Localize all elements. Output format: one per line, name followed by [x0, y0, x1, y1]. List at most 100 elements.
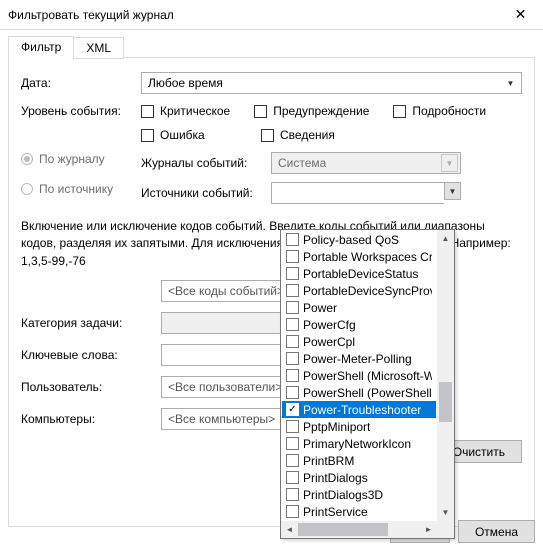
check-critical[interactable]: Критическое — [141, 104, 230, 118]
source-list-item-label: Policy-based QoS — [303, 233, 399, 247]
source-list-item[interactable]: PrimaryNetworkIcon — [282, 435, 436, 452]
user-label: Пользователь: — [21, 380, 161, 394]
checkbox-icon — [286, 386, 299, 399]
source-list-item-label: PowerShell (Microsoft-Wind — [303, 369, 432, 383]
source-list-item-label: PowerCfg — [303, 318, 356, 332]
checkbox-icon — [286, 335, 299, 348]
tab-filter[interactable]: Фильтр — [8, 36, 74, 58]
checkbox-icon — [286, 301, 299, 314]
checkbox-icon — [286, 352, 299, 365]
checkbox-icon — [286, 318, 299, 331]
source-list-item[interactable]: PptpMiniport — [282, 418, 436, 435]
checkbox-icon — [261, 129, 274, 142]
event-sources-dropdown[interactable]: ▼ — [271, 182, 461, 204]
checkbox-icon — [286, 437, 299, 450]
radio-icon — [21, 153, 33, 165]
source-list-item[interactable]: PrintService — [282, 503, 436, 520]
source-list-item-label: Power-Meter-Polling — [303, 352, 412, 366]
date-dropdown[interactable]: Любое время ▼ — [141, 72, 522, 94]
check-error-label: Ошибка — [160, 128, 205, 142]
checkbox-icon — [286, 284, 299, 297]
check-verbose-label: Подробности — [412, 104, 486, 118]
source-list-item[interactable]: PortableDeviceStatus — [282, 265, 436, 282]
event-logs-dropdown: Система ▼ — [271, 152, 461, 174]
source-list-item-label: PowerShell (PowerShell) — [303, 386, 432, 400]
source-list-item[interactable]: PrintBRM — [282, 452, 436, 469]
source-list-item-label: PptpMiniport — [303, 420, 370, 434]
event-logs-value: Система — [278, 156, 441, 170]
vertical-scrollbar[interactable]: ▲ ▼ — [437, 230, 454, 521]
tab-strip: Фильтр XML — [8, 36, 543, 58]
tab-xml[interactable]: XML — [73, 37, 124, 59]
check-verbose[interactable]: Подробности — [393, 104, 486, 118]
filter-panel: Дата: Любое время ▼ Уровень события: Кри… — [8, 57, 535, 527]
scroll-left-icon[interactable]: ◄ — [281, 521, 298, 538]
source-list-item[interactable]: PowerShell (Microsoft-Wind — [282, 367, 436, 384]
radio-icon — [21, 183, 33, 195]
checkbox-icon — [286, 488, 299, 501]
scroll-thumb[interactable] — [439, 382, 452, 422]
source-list-item[interactable]: Portable Workspaces Creator — [282, 248, 436, 265]
source-list-item-label: PowerCpl — [303, 335, 355, 349]
event-logs-label: Журналы событий: — [141, 156, 271, 170]
chevron-down-icon: ▼ — [441, 154, 458, 172]
checkbox-icon — [141, 129, 154, 142]
title-bar: Фильтровать текущий журнал ✕ — [0, 0, 543, 30]
keywords-label: Ключевые слова: — [21, 348, 161, 362]
close-icon: ✕ — [515, 6, 527, 23]
source-list-item[interactable]: Power-Meter-Polling — [282, 350, 436, 367]
task-category-label: Категория задачи: — [21, 316, 161, 330]
source-list-item-label: PrintBRM — [303, 454, 354, 468]
checkbox-icon — [286, 471, 299, 484]
checkbox-icon — [286, 454, 299, 467]
check-error[interactable]: Ошибка — [141, 128, 237, 142]
scroll-down-icon[interactable]: ▼ — [437, 504, 454, 521]
radio-by-log-label: По журналу — [39, 152, 105, 166]
radio-by-source: По источнику — [21, 182, 141, 196]
check-warning-label: Предупреждение — [273, 104, 369, 118]
cancel-button[interactable]: Отмена — [458, 520, 535, 543]
source-list-item[interactable]: PowerShell (PowerShell) — [282, 384, 436, 401]
check-info-label: Сведения — [280, 128, 335, 142]
checkbox-icon — [286, 403, 299, 416]
source-list-item-label: PrintDialogs3D — [303, 488, 383, 502]
check-warning[interactable]: Предупреждение — [254, 104, 369, 118]
source-list-item-label: PrimaryNetworkIcon — [303, 437, 411, 451]
level-label: Уровень события: — [21, 104, 141, 118]
checkbox-icon — [286, 420, 299, 433]
source-list-item-label: Portable Workspaces Creator — [303, 250, 432, 264]
source-list-item[interactable]: Power-Troubleshooter — [282, 401, 436, 418]
source-list-item[interactable]: PowerCfg — [282, 316, 436, 333]
source-list-item-label: Power — [303, 301, 337, 315]
window-title: Фильтровать текущий журнал — [8, 8, 498, 22]
source-list-item-label: PrintService — [303, 505, 368, 519]
event-sources-label: Источники событий: — [141, 186, 271, 200]
resize-grip[interactable] — [437, 521, 454, 538]
checkbox-icon — [286, 369, 299, 382]
horizontal-scrollbar[interactable]: ◄ ► — [281, 521, 437, 538]
checkbox-icon — [141, 105, 154, 118]
event-sources-list[interactable]: Policy-based QoS Portable Workspaces Crea… — [280, 229, 455, 539]
source-list-item[interactable]: Policy-based QoS — [282, 231, 436, 248]
source-list-item[interactable]: PowerCpl — [282, 333, 436, 350]
chevron-down-icon: ▼ — [502, 74, 519, 92]
checkbox-icon — [286, 267, 299, 280]
source-list-item[interactable]: PrintDialogs3D — [282, 486, 436, 503]
source-list-item[interactable]: Power — [282, 299, 436, 316]
source-list-item[interactable]: PortableDeviceSyncProvider — [282, 282, 436, 299]
source-list-item-label: PrintDialogs — [303, 471, 368, 485]
checkbox-icon — [286, 505, 299, 518]
scroll-thumb[interactable] — [298, 523, 388, 536]
date-value: Любое время — [148, 76, 502, 90]
check-critical-label: Критическое — [160, 104, 230, 118]
computers-label: Компьютеры: — [21, 412, 161, 426]
scroll-up-icon[interactable]: ▲ — [437, 230, 454, 247]
radio-by-source-label: По источнику — [39, 182, 113, 196]
close-button[interactable]: ✕ — [498, 0, 543, 30]
scroll-right-icon[interactable]: ► — [420, 521, 437, 538]
checkbox-icon — [254, 105, 267, 118]
radio-by-log: По журналу — [21, 152, 141, 166]
source-list-item[interactable]: PrintDialogs — [282, 469, 436, 486]
check-info[interactable]: Сведения — [261, 128, 335, 142]
chevron-down-icon: ▼ — [444, 182, 461, 200]
